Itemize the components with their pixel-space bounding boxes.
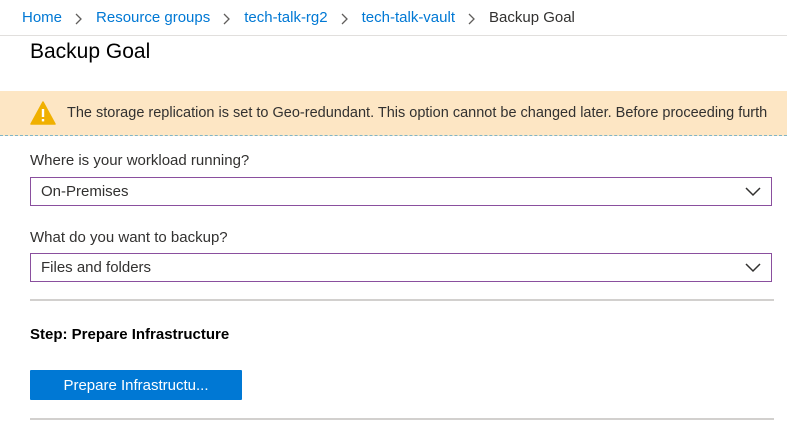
chevron-down-icon [745, 263, 761, 273]
chevron-right-icon [75, 13, 82, 24]
breadcrumb-resource-group[interactable]: tech-talk-rg2 [244, 9, 327, 26]
backup-select[interactable]: Files and folders [30, 253, 772, 282]
step-title: Step: Prepare Infrastructure [30, 326, 230, 343]
chevron-right-icon [341, 13, 348, 24]
breadcrumb-resource-groups[interactable]: Resource groups [96, 9, 210, 26]
warning-text: The storage replication is set to Geo-re… [67, 105, 768, 121]
breadcrumb: Home Resource groups tech-talk-rg2 tech-… [0, 0, 787, 36]
warning-banner: The storage replication is set to Geo-re… [0, 91, 787, 136]
page-title: Backup Goal [30, 40, 151, 63]
chevron-right-icon [223, 13, 231, 24]
backup-select-value: Files and folders [41, 259, 152, 276]
backup-label: What do you want to backup? [30, 229, 228, 246]
divider [30, 299, 774, 301]
chevron-right-icon [468, 13, 475, 24]
divider [30, 418, 774, 420]
warning-icon [30, 101, 56, 125]
breadcrumb-home[interactable]: Home [22, 9, 62, 26]
breadcrumb-vault[interactable]: tech-talk-vault [362, 9, 455, 26]
breadcrumb-current: Backup Goal [489, 9, 575, 26]
chevron-down-icon [745, 187, 761, 197]
prepare-infrastructure-button[interactable]: Prepare Infrastructu... [30, 370, 242, 400]
workload-select-value: On-Premises [41, 183, 129, 200]
workload-select[interactable]: On-Premises [30, 177, 772, 206]
workload-label: Where is your workload running? [30, 152, 250, 169]
